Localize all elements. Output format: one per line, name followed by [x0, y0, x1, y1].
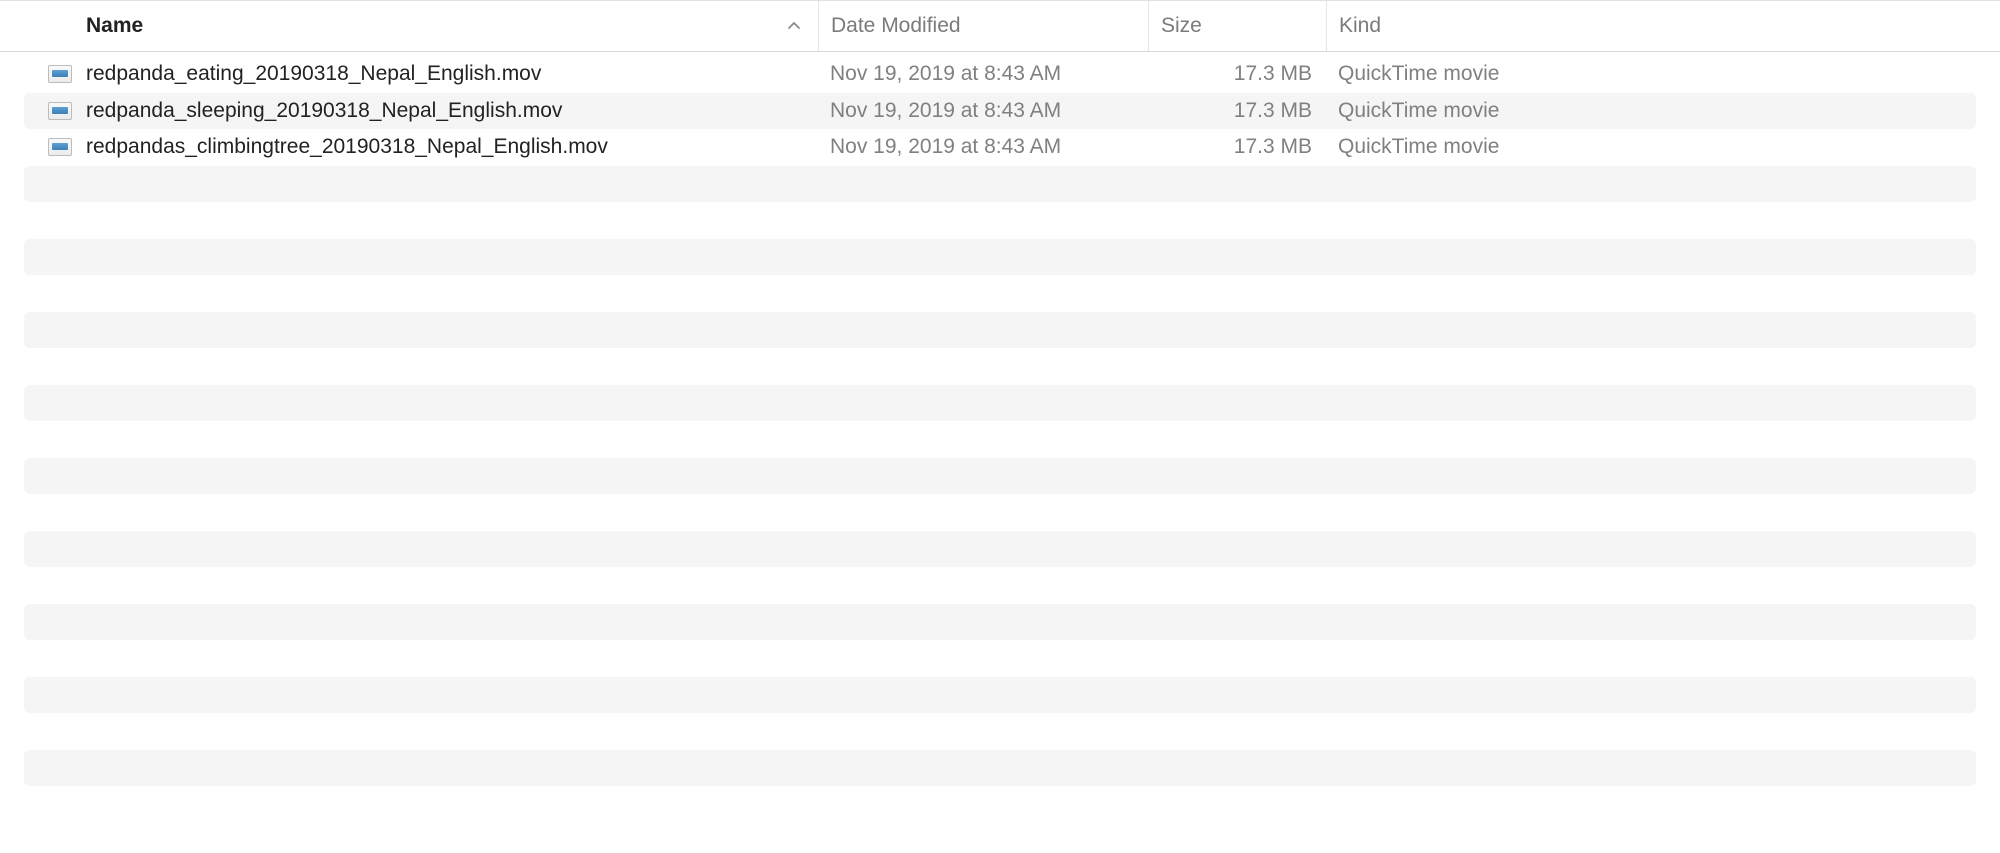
file-date-modified: Nov 19, 2019 at 8:43 AM [818, 99, 1148, 123]
file-kind: QuickTime movie [1326, 99, 1976, 123]
file-kind: QuickTime movie [1326, 62, 1976, 86]
file-name: redpandas_climbingtree_20190318_Nepal_En… [86, 135, 608, 159]
empty-row [24, 202, 1976, 239]
empty-row [24, 275, 1976, 312]
empty-row [24, 713, 1976, 750]
empty-row [24, 166, 1976, 203]
file-date-modified: Nov 19, 2019 at 8:43 AM [818, 62, 1148, 86]
empty-row [24, 604, 1976, 641]
column-header-size[interactable]: Size [1148, 1, 1326, 51]
empty-row [24, 677, 1976, 714]
file-row[interactable]: redpanda_sleeping_20190318_Nepal_English… [24, 93, 1976, 130]
column-header-date-modified[interactable]: Date Modified [818, 1, 1148, 51]
empty-row [24, 385, 1976, 422]
sort-ascending-icon [786, 18, 802, 34]
file-kind: QuickTime movie [1326, 135, 1976, 159]
empty-row [24, 239, 1976, 276]
file-size: 17.3 MB [1148, 62, 1326, 86]
file-name: redpanda_eating_20190318_Nepal_English.m… [86, 62, 541, 86]
file-date-modified: Nov 19, 2019 at 8:43 AM [818, 135, 1148, 159]
empty-row [24, 531, 1976, 568]
column-header-row: Name Date Modified Size Kind [0, 0, 2000, 52]
movie-file-icon [48, 138, 72, 156]
empty-row [24, 750, 1976, 787]
column-header-date-label: Date Modified [831, 14, 961, 38]
file-name: redpanda_sleeping_20190318_Nepal_English… [86, 99, 562, 123]
file-list: redpanda_eating_20190318_Nepal_English.m… [0, 52, 2000, 823]
empty-row [24, 312, 1976, 349]
file-size: 17.3 MB [1148, 135, 1326, 159]
file-row[interactable]: redpandas_climbingtree_20190318_Nepal_En… [24, 129, 1976, 166]
column-header-name[interactable]: Name [0, 1, 818, 51]
column-header-kind[interactable]: Kind [1326, 1, 2000, 51]
empty-row [24, 348, 1976, 385]
movie-file-icon [48, 65, 72, 83]
file-row[interactable]: redpanda_eating_20190318_Nepal_English.m… [24, 56, 1976, 93]
movie-file-icon [48, 102, 72, 120]
column-header-size-label: Size [1161, 14, 1202, 38]
column-header-kind-label: Kind [1339, 14, 1381, 38]
empty-row [24, 421, 1976, 458]
file-name-cell: redpanda_sleeping_20190318_Nepal_English… [24, 99, 818, 123]
column-header-name-label: Name [86, 14, 143, 38]
file-name-cell: redpandas_climbingtree_20190318_Nepal_En… [24, 135, 818, 159]
empty-row [24, 567, 1976, 604]
empty-row [24, 494, 1976, 531]
file-name-cell: redpanda_eating_20190318_Nepal_English.m… [24, 62, 818, 86]
empty-row [24, 786, 1976, 823]
empty-row [24, 640, 1976, 677]
empty-row [24, 458, 1976, 495]
file-size: 17.3 MB [1148, 99, 1326, 123]
